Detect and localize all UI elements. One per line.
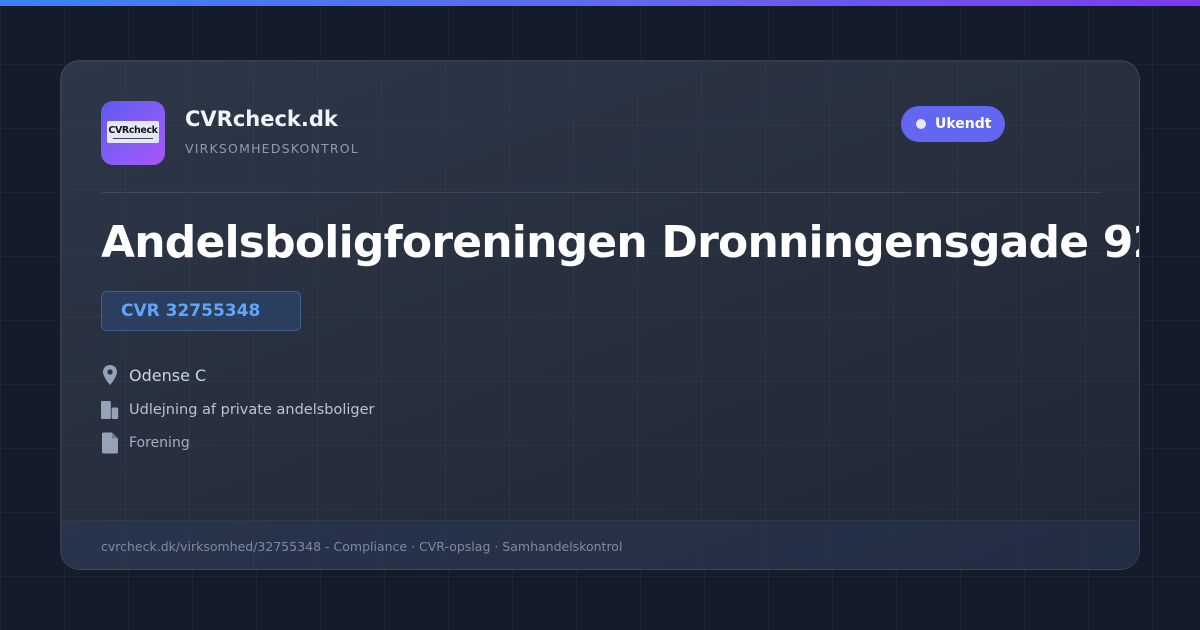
card-footer: cvrcheck.dk/virksomhed/32755348 - Compli… [61,520,1139,569]
industry-text: Udlejning af private andelsboliger [129,402,375,418]
logo-underline [113,137,153,139]
cvr-number: CVR 32755348 [121,301,261,321]
footer-text: cvrcheck.dk/virksomhed/32755348 - Compli… [101,539,623,554]
location-pin-icon [103,365,117,385]
brand-logo: CVRcheck [101,101,165,165]
document-icon [102,432,118,454]
status-badge: Ukendt [901,106,1005,142]
brand-subtitle: VIRKSOMHEDSKONTROL [185,141,359,156]
location-row: Odense C [101,364,206,386]
status-dot-icon [916,119,926,129]
location-text: Odense C [129,365,207,385]
building-icon [101,401,119,419]
cvr-badge: CVR 32755348 [101,291,301,331]
industry-row: Udlejning af private andelsboliger [101,399,375,421]
company-name: Andelsboligforeningen Dronningensgade 92 [101,217,1140,268]
company-card: CVRcheck CVRcheck.dk VIRKSOMHEDSKONTROL … [60,60,1140,570]
logo-text: CVRcheck [108,124,158,136]
logo-badge: CVRcheck [107,121,159,143]
company-type-text: Forening [129,435,190,451]
brand-name: CVRcheck.dk [185,107,338,131]
status-label: Ukendt [935,116,992,132]
header-divider [101,192,1101,193]
top-accent-bar [0,0,1200,6]
company-type-row: Forening [101,432,190,454]
